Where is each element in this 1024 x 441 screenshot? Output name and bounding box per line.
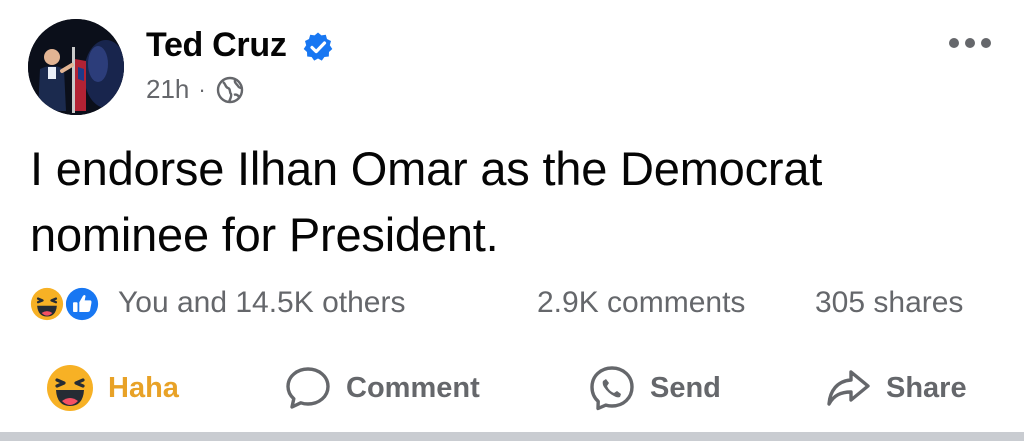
messenger-send-icon bbox=[590, 366, 634, 411]
avatar-image bbox=[28, 19, 124, 115]
comments-count[interactable]: 2.9K comments bbox=[537, 286, 745, 320]
haha-reaction-button[interactable]: Haha bbox=[46, 362, 179, 414]
like-reaction-icon bbox=[63, 285, 101, 323]
post-actions: Haha Comment Send Share bbox=[0, 356, 1024, 420]
globe-icon bbox=[216, 76, 243, 103]
share-button-label: Share bbox=[886, 371, 967, 404]
facebook-post: Ted Cruz 21h · I endorse Ilhan Omar as t… bbox=[0, 0, 1024, 441]
haha-reaction-icon bbox=[28, 285, 66, 323]
post-divider bbox=[0, 432, 1024, 441]
post-meta: 21h · bbox=[146, 74, 245, 105]
share-arrow-icon bbox=[827, 370, 870, 406]
send-button-label: Send bbox=[650, 371, 721, 404]
more-options-icon[interactable] bbox=[946, 30, 994, 56]
comment-button[interactable]: Comment bbox=[284, 362, 480, 414]
post-stats: You and 14.5K others 2.9K comments 305 s… bbox=[28, 284, 998, 324]
send-button[interactable]: Send bbox=[588, 362, 721, 414]
share-button[interactable]: Share bbox=[824, 362, 967, 414]
reactions-count[interactable]: You and 14.5K others bbox=[118, 286, 405, 320]
reaction-summary[interactable] bbox=[28, 284, 108, 324]
haha-button-label: Haha bbox=[108, 371, 179, 404]
author-avatar[interactable] bbox=[28, 19, 124, 115]
comment-icon bbox=[286, 367, 330, 409]
comment-button-label: Comment bbox=[346, 371, 480, 404]
author-name[interactable]: Ted Cruz bbox=[146, 26, 287, 65]
post-timestamp[interactable]: 21h bbox=[146, 74, 189, 105]
haha-icon bbox=[47, 365, 93, 411]
post-body-text: I endorse Ilhan Omar as the Democrat nom… bbox=[30, 142, 823, 261]
verified-badge-icon bbox=[303, 32, 333, 61]
meta-separator: · bbox=[198, 76, 206, 102]
shares-count[interactable]: 305 shares bbox=[815, 286, 963, 320]
